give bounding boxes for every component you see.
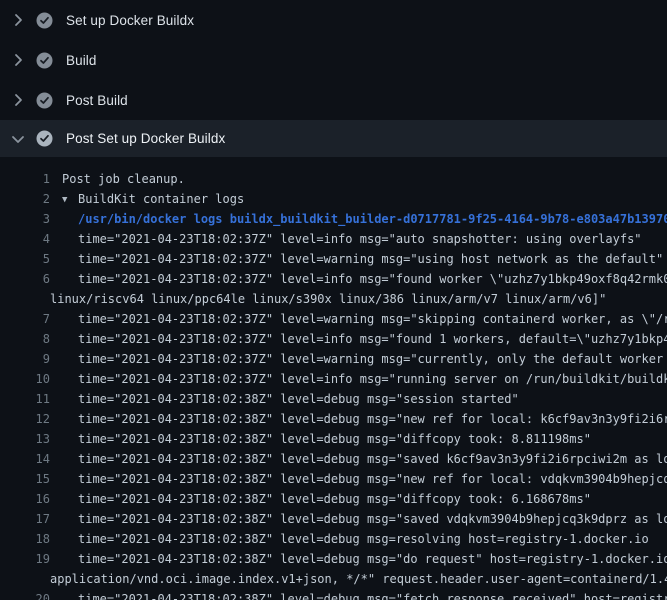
log-line: 7 time="2021-04-23T18:02:37Z" level=warn… bbox=[0, 309, 667, 329]
log-line-number[interactable]: 12 bbox=[0, 409, 50, 429]
log-line-text: time="2021-04-23T18:02:37Z" level=info m… bbox=[50, 229, 667, 249]
log-line: application/vnd.oci.image.index.v1+json,… bbox=[0, 569, 667, 589]
chevron-right-icon[interactable] bbox=[10, 92, 26, 108]
log-line-number[interactable]: 15 bbox=[0, 469, 50, 489]
log-line: 20 time="2021-04-23T18:02:38Z" level=deb… bbox=[0, 589, 667, 600]
log-line-number[interactable]: 1 bbox=[0, 169, 50, 189]
log-line-number[interactable]: 13 bbox=[0, 429, 50, 449]
log-line-number bbox=[0, 289, 50, 309]
log-line-text: time="2021-04-23T18:02:37Z" level=warnin… bbox=[50, 249, 667, 269]
log-line-text: time="2021-04-23T18:02:37Z" level=warnin… bbox=[50, 349, 667, 369]
log-line: 2 ▼BuildKit container logs bbox=[0, 189, 667, 209]
step-label: Build bbox=[66, 53, 97, 68]
log-line-text: time="2021-04-23T18:02:38Z" level=debug … bbox=[50, 469, 667, 489]
log-line-number[interactable]: 4 bbox=[0, 229, 50, 249]
log-line: 8 time="2021-04-23T18:02:37Z" level=info… bbox=[0, 329, 667, 349]
log-line-number[interactable]: 10 bbox=[0, 369, 50, 389]
log-line-text: time="2021-04-23T18:02:38Z" level=debug … bbox=[50, 409, 667, 429]
log-line: 9 time="2021-04-23T18:02:37Z" level=warn… bbox=[0, 349, 667, 369]
job-steps-list: Set up Docker Buildx Build Post Build Po… bbox=[0, 0, 667, 157]
log-line-text: time="2021-04-23T18:02:37Z" level=info m… bbox=[50, 369, 667, 389]
check-circle-icon bbox=[36, 130, 53, 147]
group-collapse-triangle-icon[interactable]: ▼ bbox=[62, 190, 78, 209]
log-line: 18 time="2021-04-23T18:02:38Z" level=deb… bbox=[0, 529, 667, 549]
log-line: 3 /usr/bin/docker logs buildx_buildkit_b… bbox=[0, 209, 667, 229]
log-line: 12 time="2021-04-23T18:02:38Z" level=deb… bbox=[0, 409, 667, 429]
log-line-number[interactable]: 7 bbox=[0, 309, 50, 329]
log-line: 5 time="2021-04-23T18:02:37Z" level=warn… bbox=[0, 249, 667, 269]
log-line: 1 Post job cleanup. bbox=[0, 169, 667, 189]
log-line-number[interactable]: 14 bbox=[0, 449, 50, 469]
log-line-number[interactable]: 11 bbox=[0, 389, 50, 409]
log-line-text: time="2021-04-23T18:02:38Z" level=debug … bbox=[50, 449, 667, 469]
log-line: 13 time="2021-04-23T18:02:38Z" level=deb… bbox=[0, 429, 667, 449]
step-header-set-up-docker-buildx[interactable]: Set up Docker Buildx bbox=[0, 0, 667, 40]
log-line: 4 time="2021-04-23T18:02:37Z" level=info… bbox=[0, 229, 667, 249]
step-label: Post Build bbox=[66, 93, 128, 108]
log-line: 11 time="2021-04-23T18:02:38Z" level=deb… bbox=[0, 389, 667, 409]
check-circle-icon bbox=[36, 92, 53, 109]
check-circle-icon bbox=[36, 12, 53, 29]
step-label: Set up Docker Buildx bbox=[66, 13, 194, 28]
log-line-number bbox=[0, 569, 50, 589]
log-line-number[interactable]: 2 bbox=[0, 189, 50, 209]
log-line: linux/riscv64 linux/ppc64le linux/s390x … bbox=[0, 289, 667, 309]
chevron-down-icon[interactable] bbox=[10, 131, 26, 147]
log-line-text: ▼BuildKit container logs bbox=[50, 189, 667, 209]
log-line-text: Post job cleanup. bbox=[50, 169, 667, 189]
log-line-text: time="2021-04-23T18:02:37Z" level=warnin… bbox=[50, 309, 667, 329]
step-header-post-set-up-docker-buildx[interactable]: Post Set up Docker Buildx bbox=[0, 120, 667, 157]
log-line-number[interactable]: 17 bbox=[0, 509, 50, 529]
log-line-text: time="2021-04-23T18:02:38Z" level=debug … bbox=[50, 589, 667, 600]
log-line-number[interactable]: 18 bbox=[0, 529, 50, 549]
log-line: 14 time="2021-04-23T18:02:38Z" level=deb… bbox=[0, 449, 667, 469]
log-line-number[interactable]: 20 bbox=[0, 589, 50, 600]
log-line-number[interactable]: 16 bbox=[0, 489, 50, 509]
log-line-text: time="2021-04-23T18:02:38Z" level=debug … bbox=[50, 389, 667, 409]
step-label: Post Set up Docker Buildx bbox=[66, 131, 225, 146]
log-line-text: time="2021-04-23T18:02:38Z" level=debug … bbox=[50, 529, 667, 549]
log-line-text: time="2021-04-23T18:02:38Z" level=debug … bbox=[50, 489, 667, 509]
log-line: 6 time="2021-04-23T18:02:37Z" level=info… bbox=[0, 269, 667, 289]
log-line-text: time="2021-04-23T18:02:38Z" level=debug … bbox=[50, 509, 667, 529]
log-line: 15 time="2021-04-23T18:02:38Z" level=deb… bbox=[0, 469, 667, 489]
log-line: 17 time="2021-04-23T18:02:38Z" level=deb… bbox=[0, 509, 667, 529]
log-line-number[interactable]: 3 bbox=[0, 209, 50, 229]
chevron-right-icon[interactable] bbox=[10, 52, 26, 68]
log-line-text: time="2021-04-23T18:02:37Z" level=info m… bbox=[50, 269, 667, 289]
log-line-text: time="2021-04-23T18:02:38Z" level=debug … bbox=[50, 549, 667, 569]
log-line: 19 time="2021-04-23T18:02:38Z" level=deb… bbox=[0, 549, 667, 569]
log-line-text: time="2021-04-23T18:02:37Z" level=info m… bbox=[50, 329, 667, 349]
log-line-number[interactable]: 6 bbox=[0, 269, 50, 289]
log-line-text: /usr/bin/docker logs buildx_buildkit_bui… bbox=[50, 209, 667, 229]
check-circle-icon bbox=[36, 52, 53, 69]
log-line-number[interactable]: 8 bbox=[0, 329, 50, 349]
log-group-title[interactable]: BuildKit container logs bbox=[78, 192, 244, 206]
log-line-number[interactable]: 19 bbox=[0, 549, 50, 569]
chevron-right-icon[interactable] bbox=[10, 12, 26, 28]
log-line-number[interactable]: 9 bbox=[0, 349, 50, 369]
log-line: 10 time="2021-04-23T18:02:37Z" level=inf… bbox=[0, 369, 667, 389]
log-line: 16 time="2021-04-23T18:02:38Z" level=deb… bbox=[0, 489, 667, 509]
step-log-viewer: 1 Post job cleanup. 2 ▼BuildKit containe… bbox=[0, 157, 667, 600]
step-header-post-build[interactable]: Post Build bbox=[0, 80, 667, 120]
log-line-text: linux/riscv64 linux/ppc64le linux/s390x … bbox=[50, 289, 667, 309]
step-header-build[interactable]: Build bbox=[0, 40, 667, 80]
log-line-number[interactable]: 5 bbox=[0, 249, 50, 269]
log-line-text: time="2021-04-23T18:02:38Z" level=debug … bbox=[50, 429, 667, 449]
log-line-text: application/vnd.oci.image.index.v1+json,… bbox=[50, 569, 667, 589]
